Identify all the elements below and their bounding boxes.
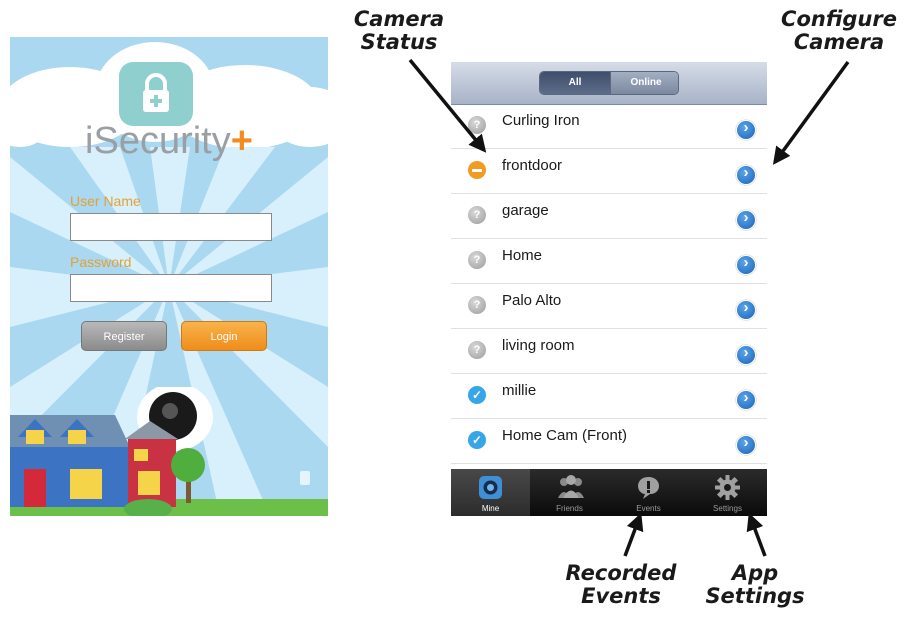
callout-arrows [408, 58, 850, 557]
configure-camera-arrow [772, 60, 850, 165]
camera-status-arrow [408, 58, 487, 153]
app-settings-arrow [746, 512, 767, 557]
recorded-events-arrow [623, 512, 644, 557]
